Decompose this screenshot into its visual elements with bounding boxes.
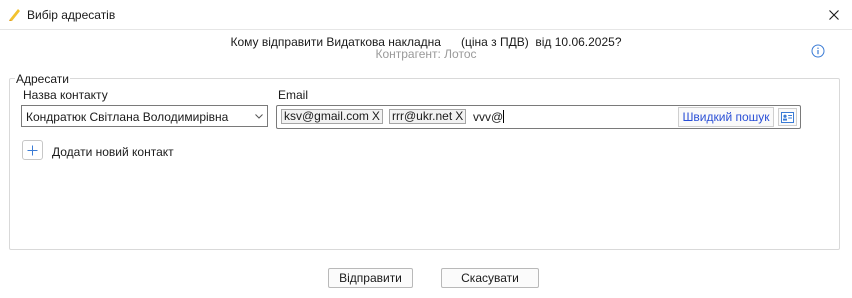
address-book-button[interactable]	[778, 108, 797, 126]
window-title: Вибір адресатів	[27, 8, 116, 22]
contact-card-icon	[781, 111, 794, 123]
email-input[interactable]: ksv@gmail.com X rrr@ukr.net X vvv@ Швидкий…	[276, 105, 801, 129]
counterparty-label: Контрагент: Лотос	[375, 47, 477, 61]
send-button[interactable]: Відправити	[328, 268, 413, 288]
add-contact-button[interactable]	[22, 140, 43, 160]
recipients-group	[9, 78, 840, 250]
chevron-down-icon[interactable]	[253, 109, 265, 123]
email-chip-address: ksv@gmail.com	[284, 109, 369, 123]
email-typed-text-wrap[interactable]: vvv@	[473, 110, 505, 124]
pencil-icon	[7, 6, 23, 22]
add-contact-label[interactable]: Додати новий контакт	[52, 145, 174, 159]
email-chip[interactable]: rrr@ukr.net X	[389, 109, 467, 124]
info-icon[interactable]	[811, 44, 825, 58]
remove-email-button[interactable]: X	[372, 109, 380, 123]
recipients-group-label: Адресати	[15, 72, 70, 86]
quick-search-button[interactable]: Швидкий пошук	[678, 107, 774, 127]
remove-email-button[interactable]: X	[455, 109, 463, 123]
contact-select-value: Кондратюк Світлана Володимирівна	[26, 110, 229, 124]
email-typed-text: vvv@	[473, 110, 504, 124]
text-caret	[503, 110, 505, 123]
contact-name-label: Назва контакту	[23, 88, 108, 102]
contact-select[interactable]: Кондратюк Світлана Володимирівна	[21, 105, 268, 127]
cancel-button[interactable]: Скасувати	[441, 268, 539, 288]
email-chip[interactable]: ksv@gmail.com X	[281, 109, 383, 124]
email-chip-address: rrr@ukr.net	[392, 109, 453, 123]
plus-icon	[27, 145, 38, 155]
close-button[interactable]	[816, 0, 852, 29]
email-label: Email	[278, 88, 309, 102]
close-icon	[829, 9, 839, 20]
title-bar: Вибір адресатів	[0, 0, 852, 30]
